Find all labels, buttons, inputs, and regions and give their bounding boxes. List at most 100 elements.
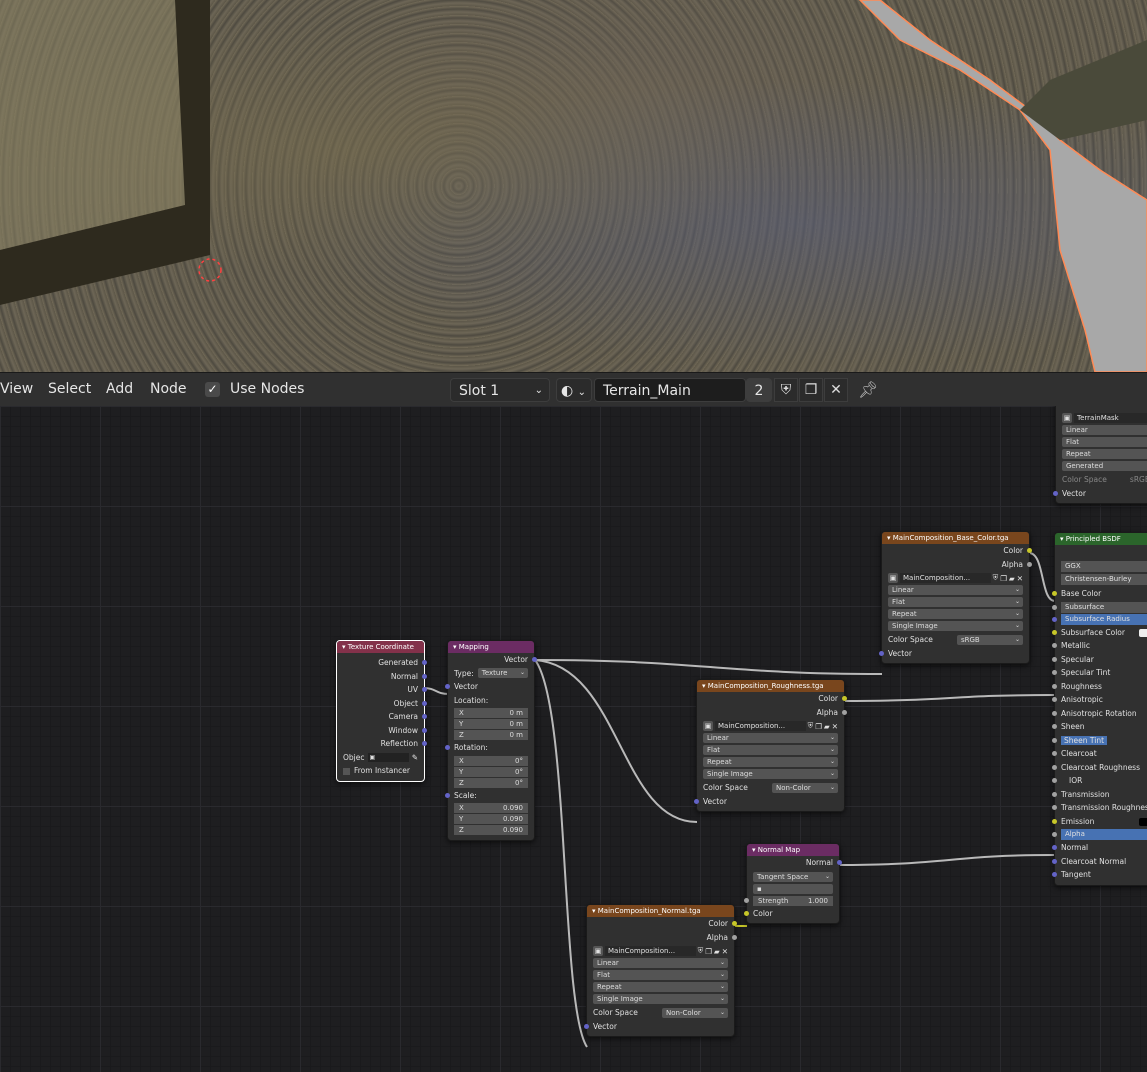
socket-vector-in[interactable]: [584, 1023, 589, 1029]
normal-image-node[interactable]: ▾ MainComposition_Normal.tga Color Alpha…: [584, 904, 737, 1037]
socket-transmission[interactable]: [1052, 791, 1057, 797]
extension-dropdown[interactable]: Repeat ⌄: [888, 609, 1023, 619]
location-z[interactable]: Z0 m: [454, 730, 528, 740]
source-dropdown[interactable]: Generated: [1062, 461, 1147, 471]
material-browse-button[interactable]: ◐ ⌄: [556, 378, 592, 402]
from-instancer-row[interactable]: From Instancer: [337, 764, 424, 778]
location-x[interactable]: X0 m: [454, 708, 528, 718]
menu-node[interactable]: Node: [150, 381, 187, 397]
interpolation-dropdown[interactable]: Linear: [1062, 425, 1147, 435]
socket-base-color[interactable]: [1052, 591, 1057, 596]
socket-anisotropic[interactable]: [1052, 697, 1057, 702]
texture-coordinate-node[interactable]: ▾ Texture Coordinate Generated Normal UV…: [336, 640, 427, 782]
socket-normal[interactable]: [1052, 845, 1057, 850]
checkbox[interactable]: [343, 767, 350, 775]
close-icon[interactable]: ✕: [824, 378, 848, 402]
socket-rotation[interactable]: [445, 745, 450, 750]
location-y[interactable]: Y0 m: [454, 719, 528, 729]
socket-object[interactable]: [422, 700, 427, 706]
node-header[interactable]: ▾ Texture Coordinate: [337, 641, 424, 653]
socket-ior[interactable]: [1052, 778, 1057, 783]
node-header[interactable]: ▾ Normal Map: [747, 844, 839, 856]
principled-bsdf-node[interactable]: ▾ Principled BSDF GGX Christensen-Burley…: [1052, 532, 1147, 886]
socket-uv[interactable]: [422, 687, 427, 692]
socket-color-out[interactable]: [842, 696, 847, 701]
color-space-dropdown[interactable]: Non-Color ⌄: [662, 1007, 728, 1018]
folder-icon[interactable]: ▰: [824, 722, 830, 731]
source-dropdown[interactable]: Single Image ⌄: [593, 994, 728, 1004]
menu-add[interactable]: Add: [106, 381, 133, 397]
shield-icon[interactable]: ⛨: [698, 946, 704, 956]
socket-emission[interactable]: [1052, 818, 1057, 824]
socket-generated[interactable]: [422, 660, 427, 665]
socket-color-in[interactable]: [744, 910, 749, 916]
image-name[interactable]: MainComposition...: [605, 946, 696, 956]
socket-sheen[interactable]: [1052, 724, 1057, 729]
slot-dropdown[interactable]: Slot 1 ⌄: [450, 378, 550, 402]
image-name[interactable]: MainComposition...: [715, 721, 806, 731]
base-color-image-node[interactable]: ▾ MainComposition_Base_Color.tga Color A…: [879, 531, 1032, 664]
duplicate-icon[interactable]: ❐: [799, 378, 823, 402]
projection-dropdown[interactable]: Flat ⌄: [593, 970, 728, 980]
socket-anisotropic-rotation[interactable]: [1052, 710, 1057, 716]
source-dropdown[interactable]: Single Image ⌄: [888, 621, 1023, 631]
socket-window[interactable]: [422, 727, 427, 733]
socket-normal-out[interactable]: [837, 860, 842, 865]
socket-clearcoat-roughness[interactable]: [1052, 764, 1057, 770]
shield-icon[interactable]: ⛨: [808, 721, 814, 731]
subsurface-method-dropdown[interactable]: Christensen-Burley: [1061, 574, 1147, 585]
socket-subsurface-color[interactable]: [1052, 629, 1057, 635]
socket-subsurface-radius[interactable]: [1052, 616, 1057, 622]
pin-icon[interactable]: 📌︎: [858, 380, 878, 399]
node-header[interactable]: ▾ Mapping: [448, 641, 534, 653]
image-name[interactable]: TerrainMask: [1074, 413, 1147, 423]
scale-z[interactable]: Z 0.090: [454, 825, 528, 835]
image-selector[interactable]: ▣ MainComposition... ⛨ ❐ ▰ ✕: [593, 946, 728, 956]
duplicate-icon[interactable]: ❐: [705, 947, 712, 956]
socket-clearcoat-normal[interactable]: [1052, 858, 1057, 864]
socket-strength[interactable]: [744, 897, 749, 903]
uv-map-field[interactable]: ▪: [753, 883, 833, 894]
image-icon[interactable]: ▣: [703, 721, 713, 731]
image-icon[interactable]: ▣: [888, 573, 898, 583]
normal-map-node[interactable]: ▾ Normal Map Normal Tangent Space ⌄ ▪ Str…: [744, 843, 842, 924]
socket-vector-in[interactable]: [445, 684, 450, 689]
input-subsurface[interactable]: Subsurface: [1052, 601, 1147, 613]
input-alpha[interactable]: Alpha: [1052, 829, 1147, 840]
eyedropper-icon[interactable]: ✎: [412, 751, 418, 765]
socket-clearcoat[interactable]: [1052, 751, 1057, 756]
image-selector[interactable]: ▣ TerrainMask: [1062, 413, 1147, 423]
socket-scale[interactable]: [445, 792, 450, 798]
color-space-dropdown[interactable]: sRGB ⌄: [957, 634, 1023, 645]
material-name-field[interactable]: Terrain_Main: [594, 378, 746, 402]
shield-icon[interactable]: ⛨: [993, 573, 999, 583]
socket-subsurface[interactable]: [1052, 604, 1057, 610]
color-space-value[interactable]: sRGB: [1130, 473, 1147, 487]
image-selector[interactable]: ▣ MainComposition... ⛨ ❐ ▰ ✕: [703, 721, 838, 731]
socket-alpha[interactable]: [1052, 832, 1057, 837]
color-swatch[interactable]: [1139, 817, 1147, 826]
socket-specular-tint[interactable]: [1052, 670, 1057, 675]
folder-icon[interactable]: ▰: [714, 947, 720, 956]
duplicate-icon[interactable]: ❐: [815, 722, 822, 731]
input-subsurface-radius[interactable]: Subsurface Radius: [1052, 613, 1147, 625]
3d-viewport[interactable]: [0, 0, 1147, 372]
distribution-dropdown[interactable]: GGX: [1061, 561, 1147, 572]
object-field[interactable]: ▣: [367, 752, 409, 762]
extension-dropdown[interactable]: Repeat ⌄: [593, 982, 728, 992]
use-nodes-label[interactable]: Use Nodes: [230, 381, 304, 397]
space-dropdown[interactable]: Tangent Space ⌄: [753, 871, 833, 882]
terrain-mask-image-node[interactable]: ▣ TerrainMask Linear Flat Repeat Generat…: [1053, 406, 1147, 504]
socket-normal[interactable]: [422, 673, 427, 679]
selected-object[interactable]: [858, 0, 1147, 372]
duplicate-icon[interactable]: ❐: [1000, 574, 1007, 583]
folder-icon[interactable]: ▰: [1009, 574, 1015, 583]
source-dropdown[interactable]: Single Image ⌄: [703, 769, 838, 779]
shield-icon[interactable]: ⛨: [774, 378, 798, 402]
node-header[interactable]: ▾ MainComposition_Base_Color.tga: [882, 532, 1029, 544]
rotation-y[interactable]: Y 0°: [454, 766, 528, 777]
node-header[interactable]: ▾ Principled BSDF: [1055, 533, 1147, 545]
mapping-node[interactable]: ▾ Mapping Vector Type: Texture ⌄ Vector L…: [445, 640, 537, 841]
image-name[interactable]: MainComposition...: [900, 573, 991, 583]
projection-dropdown[interactable]: Flat ⌄: [888, 597, 1023, 607]
